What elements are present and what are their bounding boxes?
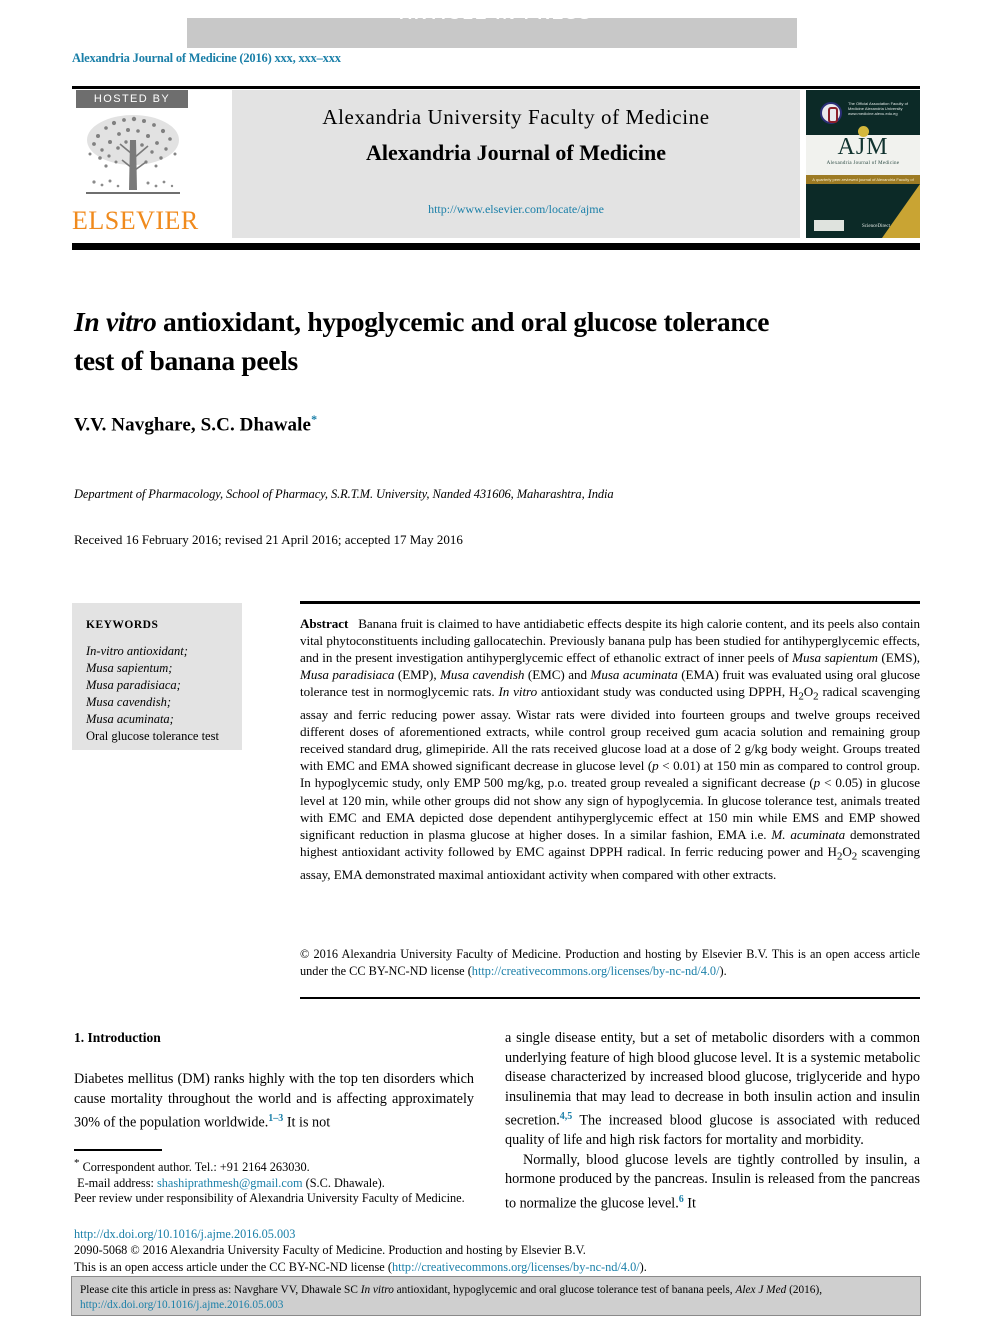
title-italic-part: In vitro [74, 306, 157, 337]
cover-subtitle: Alexandria Journal of Medicine [826, 161, 900, 166]
hosted-by-badge: HOSTED BY [76, 90, 188, 108]
keyword-item-3: Musa cavendish; [86, 694, 266, 711]
elsevier-wordmark: ELSEVIER [72, 206, 199, 235]
abstract-text: Banana fruit is claimed to have antidiab… [300, 616, 921, 882]
cite-middle: antioxidant, hypoglycemic and oral gluco… [393, 1284, 736, 1296]
cover-corner-wedge [882, 184, 920, 238]
cite-doi-link[interactable]: http://dx.doi.org/10.1016/j.ajme.2016.05… [80, 1299, 283, 1311]
faculty-seal-icon [820, 102, 842, 124]
introduction-right-column: a single disease entity, but a set of me… [505, 1029, 920, 1214]
abstract-body: Abstract Banana fruit is claimed to have… [300, 615, 920, 883]
running-head: Alexandria Journal of Medicine (2016) xx… [72, 51, 341, 65]
keyword-item-4: Musa acuminata; [86, 711, 266, 728]
cover-footer-text: ScienceDirect [861, 224, 891, 229]
keyword-text-3: Musa cavendish; [86, 695, 172, 709]
license-prefix: This is an open access article under the… [74, 1259, 392, 1274]
footnote-rule [74, 1149, 162, 1151]
elsevier-logo-block: HOSTED BY ELSEVIER [72, 90, 210, 240]
affiliation: Department of Pharmacology, School of Ph… [74, 487, 614, 501]
cite-prefix: Please cite this article in press as: Na… [80, 1284, 361, 1296]
citation-footer-text: Please cite this article in press as: Na… [80, 1283, 920, 1312]
email-link[interactable]: shashiprathmesh@gmail.com [157, 1176, 303, 1190]
journal-url-link[interactable]: http://www.elsevier.com/locate/ajme [232, 202, 800, 217]
page-title: In vitro antioxidant, hypoglycemic and o… [74, 302, 774, 380]
section-heading-introduction: 1. Introduction [74, 1030, 161, 1045]
journal-title-panel: Alexandria University Faculty of Medicin… [232, 90, 800, 238]
abstract-copyright: © 2016 Alexandria University Faculty of … [300, 947, 920, 978]
license-link-footer[interactable]: http://creativecommons.org/licenses/by-n… [392, 1260, 640, 1274]
abstract-top-rule [300, 601, 920, 604]
corresponding-author-text: Correspondent author. Tel.: +91 2164 263… [82, 1160, 310, 1175]
cite-suffix: (2016), [786, 1284, 823, 1296]
cover-strip-text: A quarterly peer-reviewed journal of Ale… [806, 175, 920, 184]
abstract-bottom-rule [300, 997, 920, 999]
introduction-left-column: Diabetes mellitus (DM) ranks highly with… [74, 1070, 474, 1133]
citation-ref-4-5[interactable]: 4,5 [560, 1111, 573, 1122]
article-page: ARTICLE IN PRESS Alexandria Journal of M… [0, 0, 992, 1323]
cite-italic-1: In vitro [360, 1284, 394, 1296]
title-rest: antioxidant, hypoglycemic and oral gluco… [74, 306, 770, 376]
intro-left-tail: It is not [283, 1114, 331, 1131]
cover-acronym: AJM [837, 134, 889, 160]
keyword-item-2: Musa paradisiaca; [86, 677, 266, 694]
keywords-list: KEYWORDS In-vitro antioxidant; Musa sapi… [86, 617, 266, 745]
cover-association-text: The Official Association Faculty of Medi… [848, 101, 908, 116]
issn-copyright-line: 2090-5068 © 2016 Alexandria University F… [74, 1243, 586, 1258]
doi-link[interactable]: http://dx.doi.org/10.1016/j.ajme.2016.05… [74, 1227, 295, 1241]
journal-cover-thumbnail: The Official Association Faculty of Medi… [806, 90, 920, 238]
footnote-star-marker: * [74, 1157, 80, 1169]
journal-masthead: HOSTED BY ELSEVIER Alexandria University… [72, 86, 920, 241]
keyword-text-1: Musa sapientum; [86, 661, 173, 675]
cite-italic-2: Alex J Med [735, 1284, 787, 1296]
intro-right-paragraph-1: a single disease entity, but a set of me… [505, 1029, 920, 1151]
doi-block: http://dx.doi.org/10.1016/j.ajme.2016.05… [74, 1226, 734, 1275]
email-label: E-mail address: [77, 1176, 154, 1191]
keyword-text-4: Musa acuminata; [86, 712, 174, 726]
article-history: Received 16 February 2016; revised 21 Ap… [74, 532, 463, 547]
citation-ref-1-3[interactable]: 1–3 [268, 1113, 283, 1124]
journal-name: Alexandria Journal of Medicine [365, 140, 667, 165]
intro-right-paragraph-2: Normally, blood glucose levels are tight… [505, 1151, 920, 1214]
keyword-item-1: Musa sapientum; [86, 660, 266, 677]
elsevier-tree-icon [86, 115, 180, 194]
abstract-label: Abstract [300, 616, 349, 631]
author-list: V.V. Navghare, S.C. Dhawale* [74, 412, 317, 436]
keyword-text-0: In-vitro antioxidant; [86, 644, 188, 658]
keyword-item-5: Oral glucose tolerance test [86, 729, 219, 743]
footnote-corresponding: * Correspondent author. Tel.: +91 2164 2… [74, 1155, 484, 1192]
license-suffix: ). [639, 1259, 647, 1274]
author-names: V.V. Navghare, S.C. Dhawale [74, 414, 312, 436]
intro-right-text-2b: It [683, 1195, 696, 1212]
article-in-press-label: ARTICLE IN PRESS [399, 4, 593, 23]
society-name: Alexandria University Faculty of Medicin… [322, 105, 710, 129]
email-attribution: (S.C. Dhawale). [305, 1176, 385, 1191]
peer-review-note: Peer review under responsibility of Alex… [74, 1191, 465, 1205]
corresponding-author-marker[interactable]: * [311, 412, 317, 426]
masthead-bottom-rule [72, 243, 920, 250]
keywords-heading: KEYWORDS [86, 619, 159, 631]
keyword-item-0: In-vitro antioxidant; [86, 643, 266, 660]
license-link[interactable]: http://creativecommons.org/licenses/by-n… [472, 964, 720, 978]
keyword-text-2: Musa paradisiaca; [86, 678, 181, 692]
cover-footer-logo [814, 220, 844, 231]
intro-right-text-2a: Normally, blood glucose levels are tight… [505, 1151, 920, 1212]
